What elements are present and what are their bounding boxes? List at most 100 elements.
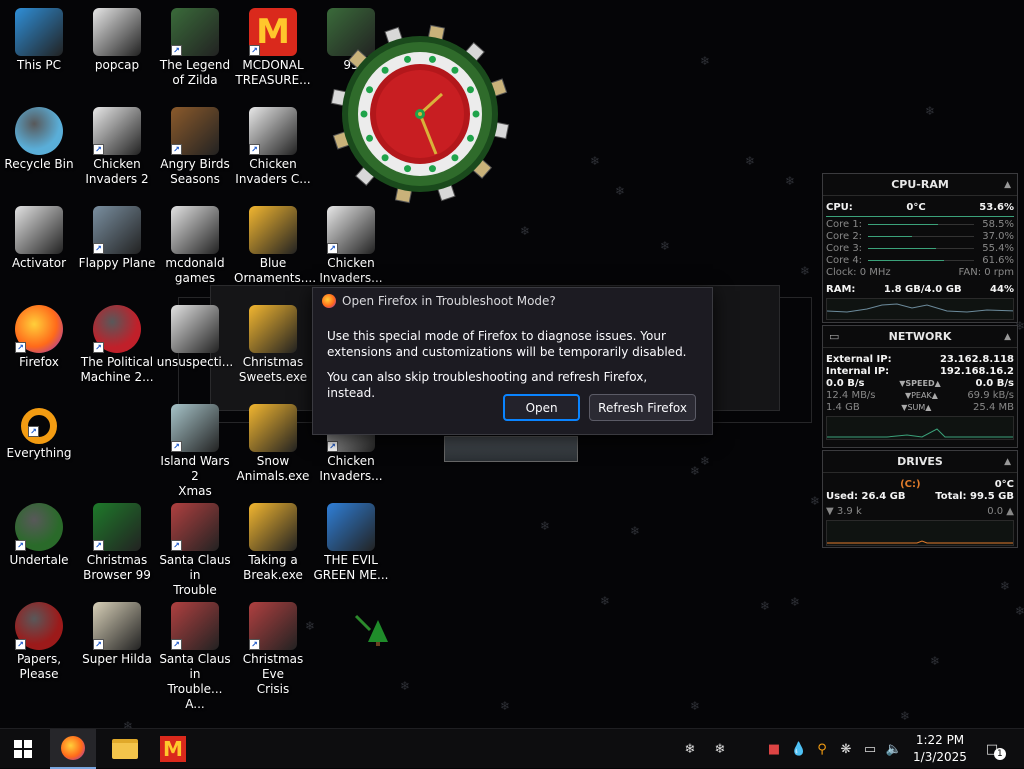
volume-muted-icon[interactable]: 🔈 <box>884 729 904 769</box>
external-ip: 23.162.8.118 <box>939 354 1014 365</box>
christmas-tree-cursor-icon <box>354 614 388 646</box>
desktop-icon[interactable]: ↗ Papers, Please <box>0 598 78 694</box>
snowflake-icon: ❄ <box>690 699 701 713</box>
desktop-icon[interactable]: This PC <box>0 4 78 100</box>
start-button[interactable] <box>0 729 46 769</box>
snowflake-icon: ❄ <box>500 699 511 713</box>
desktop-icon[interactable]: ↗ Everything <box>0 400 78 496</box>
taskbar: M ❄ ❄ ■ 💧 ⚲ ❋ ▭ 🔈 1:22 PM 1/3/2025 □ 1 <box>0 728 1024 769</box>
drive-read: 3.9 k <box>836 506 862 517</box>
desktop-icon[interactable]: THE EVIL GREEN ME... <box>312 499 390 595</box>
everything-search-icon[interactable]: ⚲ <box>812 729 832 769</box>
wreath-bead <box>428 55 436 63</box>
cpu-ram-gadget[interactable]: CPU-RAM ▲ CPU: 0°C 53.6% Core 1: 58.5% Cor… <box>822 173 1018 323</box>
drives-gadget[interactable]: DRIVES ▲ (C:) 0°C Used: 26.4 GB Total: 9… <box>822 450 1018 548</box>
cpu-clock: Clock: 0 MHz <box>826 267 891 278</box>
open-button[interactable]: Open <box>503 394 581 421</box>
snowflake-tray-icon[interactable]: ❄ <box>680 729 700 769</box>
desktop-icon-label: This PC <box>17 58 61 72</box>
desktop-icon[interactable]: Christmas Sweets.exe <box>234 301 312 397</box>
desktop-icon[interactable]: Taking a Break.exe <box>234 499 312 595</box>
clock-time: 1:22 PM <box>915 733 965 747</box>
taskbar-clock[interactable]: 1:22 PM 1/3/2025 <box>906 732 974 766</box>
desktop-icon[interactable]: ↗ Santa Claus in Trouble <box>156 499 234 597</box>
snowflake-icon: ❄ <box>900 709 911 723</box>
taskbar-firefox-button[interactable] <box>50 729 96 769</box>
collapse-icon[interactable]: ▲ <box>1004 174 1011 196</box>
desktop-icon[interactable]: ↗ Flappy Plane <box>78 202 156 298</box>
desktop-icon[interactable]: Recycle Bin <box>0 103 78 199</box>
papers-icon: ↗ <box>15 602 63 650</box>
core-value: 37.0% <box>982 231 1014 242</box>
collapse-icon[interactable]: ▲ <box>1004 326 1011 348</box>
snowflake-icon: ❄ <box>123 719 134 728</box>
cpu-ram-header: CPU-RAM ▲ <box>823 174 1017 196</box>
desktop-icon[interactable]: ↗ Undertale <box>0 499 78 595</box>
troubleshoot-mode-dialog: Open Firefox in Troubleshoot Mode? Use t… <box>312 287 713 435</box>
desktop-icon[interactable]: ↗ The Political Machine 2... <box>78 301 156 397</box>
wreath-bead <box>360 110 368 118</box>
network-gadget[interactable]: ▭ NETWORK ▲ External IP: 23.162.8.118 In… <box>822 325 1018 448</box>
refresh-firefox-button[interactable]: Refresh Firefox <box>589 394 696 421</box>
desktop-icon[interactable]: ↗ Angry Birds Seasons <box>156 103 234 199</box>
desktop-icon[interactable]: Activator <box>0 202 78 298</box>
notification-center-button[interactable]: □ 1 <box>980 729 1006 769</box>
shortcut-arrow-icon: ↗ <box>15 639 26 650</box>
chicken-icon: ↗ <box>93 107 141 155</box>
desktop-icon[interactable]: ↗ Chicken Invaders... <box>312 202 390 298</box>
desktop-icon[interactable]: mcdonald games <box>156 202 234 298</box>
file-icon <box>15 206 63 254</box>
desktop-icon[interactable]: ↗ Super Hilda <box>78 598 156 694</box>
desktop-icon[interactable]: ↗ Santa Claus in Trouble... A... <box>156 598 234 711</box>
desktop-icon-label: Undertale <box>9 553 69 567</box>
shortcut-arrow-icon: ↗ <box>249 639 260 650</box>
drives-title: DRIVES <box>897 455 943 468</box>
santa-icon: ↗ <box>249 602 297 650</box>
snowflake-icon: ❄ <box>700 54 711 68</box>
core-bar <box>868 236 975 237</box>
desktop-icon[interactable]: M ↗ MCDONAL TREASURE... <box>234 4 312 100</box>
core-row: Core 3: 55.4% <box>823 243 1017 255</box>
desktop-icon[interactable]: ↗ Chicken Invaders C... <box>234 103 312 199</box>
core-value: 58.5% <box>982 219 1014 230</box>
core-value: 55.4% <box>982 243 1014 254</box>
desktop-icon[interactable]: Snow Animals.exe <box>234 400 312 496</box>
desktop-icon-label: popcap <box>94 58 140 72</box>
network-icon[interactable]: ▭ <box>860 729 880 769</box>
desktop-icon[interactable]: ↗ Chicken Invaders 2 <box>78 103 156 199</box>
desktop-icon[interactable]: ↗ Christmas Browser 99 <box>78 499 156 595</box>
desktop-icon[interactable]: ↗ The Legend of Zilda <box>156 4 234 100</box>
desktop[interactable]: ❄❄❄❄❄❄❄❄❄❄❄❄❄❄❄❄❄❄❄❄❄❄❄❄❄❄❄❄❄ This PCpop… <box>0 0 1024 728</box>
desktop-icon[interactable]: popcap <box>78 4 156 100</box>
desktop-icon-label: mcdonald games <box>165 256 225 285</box>
desktop-icon-label: Papers, Please <box>16 652 62 681</box>
chicken-icon: ↗ <box>249 107 297 155</box>
desktop-icon-label: MCDONAL TREASURE... <box>235 58 311 87</box>
collapse-icon[interactable]: ▲ <box>1004 451 1011 473</box>
desktop-icon[interactable]: ↗ Island Wars 2 Xmas <box>156 400 234 498</box>
app-tray-icon[interactable]: ■ <box>764 729 784 769</box>
drive-used: Used: 26.4 GB <box>826 491 906 502</box>
santa-icon: ↗ <box>171 503 219 551</box>
desktop-icon[interactable]: Blue Ornaments.... <box>234 202 316 298</box>
dialog-title: Open Firefox in Troubleshoot Mode? <box>342 294 556 308</box>
cpu-label: CPU: <box>826 202 853 213</box>
game-icon: ↗ <box>171 8 219 56</box>
drive-name: (C:) <box>900 479 921 490</box>
desktop-icon[interactable]: ↗ Firefox <box>0 301 78 397</box>
shortcut-arrow-icon: ↗ <box>15 540 26 551</box>
snowflake-icon: ❄ <box>800 264 811 278</box>
firefox-icon: ↗ <box>15 305 63 353</box>
snowflake-tray-icon-2[interactable]: ❄ <box>710 729 730 769</box>
taskbar-file-explorer-button[interactable] <box>102 729 148 769</box>
desktop-icon[interactable]: unsuspecti... <box>156 301 234 397</box>
taskbar-mcdonalds-button[interactable]: M <box>150 729 196 769</box>
desktop-icon-label: Angry Birds Seasons <box>160 157 230 186</box>
desktop-icon[interactable]: ↗ Christmas Eve Crisis <box>234 598 312 696</box>
window-thumbnail <box>444 436 578 462</box>
network-flake-icon[interactable]: ❋ <box>836 729 856 769</box>
desktop-icon-label: Santa Claus in Trouble... A... <box>159 652 231 711</box>
upload-peak: 69.9 kB/s <box>967 390 1014 401</box>
core-row: Core 4: 61.6% <box>823 255 1017 267</box>
droplet-icon[interactable]: 💧 <box>789 729 809 769</box>
